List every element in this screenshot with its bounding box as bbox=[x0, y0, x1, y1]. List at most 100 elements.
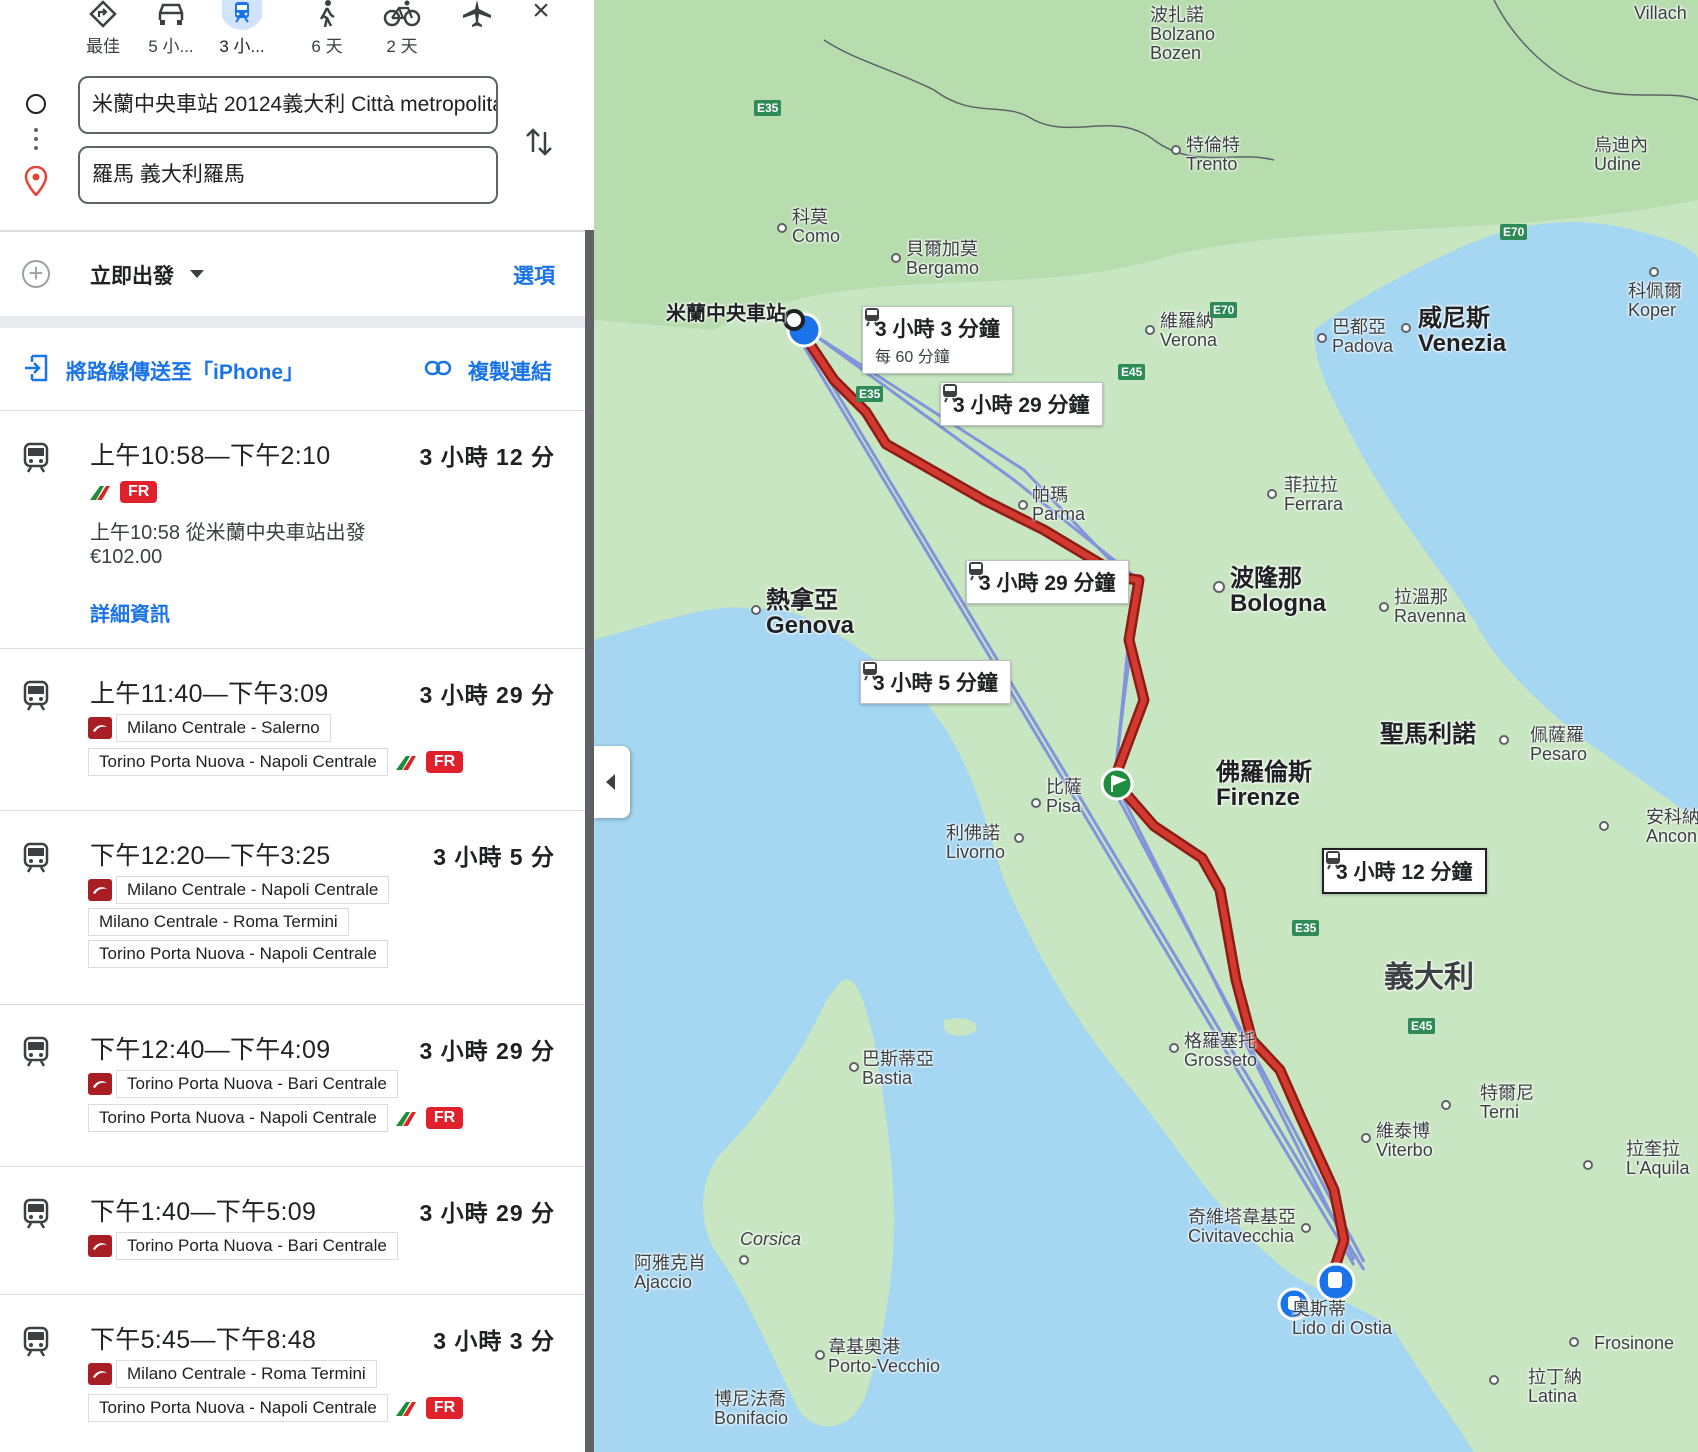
mode-bike-label: 2 天 bbox=[386, 37, 418, 56]
fr-badge: FR bbox=[120, 481, 158, 503]
swap-icon[interactable] bbox=[524, 122, 554, 162]
map-label-verona: 維羅納 Verona bbox=[1160, 311, 1218, 350]
trip-time: 上午11:40—下午3:09 bbox=[90, 680, 329, 708]
add-stop-icon[interactable]: + bbox=[22, 260, 50, 288]
map-label-trento: 特倫特 Trento bbox=[1186, 135, 1240, 174]
mode-flight[interactable] bbox=[437, 0, 517, 30]
send-to-phone-icon bbox=[25, 354, 48, 382]
map-label-bolzano: 波扎諾 Bolzano Bozen bbox=[1150, 5, 1216, 63]
destination-pin-icon bbox=[24, 166, 48, 196]
trip-duration: 3 小時 3 分 bbox=[433, 1328, 555, 1354]
trip-option[interactable]: 下午5:45—下午8:48 3 小時 3 分 Milano Centrale -… bbox=[0, 1320, 585, 1452]
trip-option[interactable]: 下午12:20—下午3:25 3 小時 5 分 Milano Centrale … bbox=[0, 836, 585, 996]
map-label-bergamo: 貝爾加莫 Bergamo bbox=[906, 239, 980, 278]
road-shield: E35 bbox=[1292, 920, 1320, 936]
trip-duration: 3 小時 29 分 bbox=[419, 1038, 555, 1064]
map-label-sanmarino: 聖馬利諾 bbox=[1380, 721, 1476, 748]
road-shield: E35 bbox=[754, 100, 782, 116]
map-label-latina: 拉丁納 Latina bbox=[1528, 1367, 1582, 1406]
destination-input[interactable]: 羅馬 義大利羅馬 bbox=[78, 146, 498, 204]
line-chip: Torino Porta Nuova - Napoli Centrale bbox=[88, 1394, 388, 1422]
trip-line: Torino Porta Nuova - Bari Centrale bbox=[88, 1070, 404, 1098]
map-label-venezia: 威尼斯 Venezia bbox=[1418, 305, 1507, 358]
map-label-bastia: 巴斯蒂亞 Bastia bbox=[862, 1049, 934, 1088]
depart-row: + 立即出發 選項 bbox=[0, 256, 585, 296]
map-label-koper: 科佩爾 Koper bbox=[1628, 281, 1682, 320]
train-icon bbox=[23, 1326, 49, 1357]
link-icon bbox=[424, 360, 452, 376]
line-chip: Torino Porta Nuova - Bari Centrale bbox=[116, 1232, 398, 1260]
trip-line: Torino Porta Nuova - Napoli Centrale bbox=[88, 940, 394, 968]
map-label-laquila: 拉奎拉 L'Aquila bbox=[1626, 1139, 1690, 1178]
road-shield: E45 bbox=[1408, 1018, 1436, 1034]
map-canvas[interactable]: 波扎諾 Bolzano Bozen Villach 特倫特 Trento 烏迪內 Udi… bbox=[594, 0, 1698, 1452]
trenitalia-logo-icon bbox=[395, 1402, 416, 1416]
map-label-udine: 烏迪內 Udine bbox=[1594, 135, 1648, 174]
map-label-genova: 熱拿亞 Genova bbox=[766, 587, 855, 640]
train-icon bbox=[23, 1198, 49, 1229]
route-bubble[interactable]: 3 小時 29 分鐘 bbox=[966, 560, 1129, 604]
train-icon bbox=[865, 308, 879, 327]
origin-circle-icon bbox=[26, 94, 46, 114]
trip-option[interactable]: 下午1:40—下午5:09 3 小時 29 分 Torino Porta Nuo… bbox=[0, 1192, 585, 1292]
route-bubble-selected[interactable]: 3 小時 12 分鐘 bbox=[1322, 848, 1487, 894]
map-label-bologna: 波隆那 Bologna bbox=[1230, 565, 1326, 618]
chevron-left-icon bbox=[606, 774, 615, 790]
panel-scrollbar[interactable] bbox=[585, 230, 594, 1452]
route-bubble[interactable]: 3 小時 29 分鐘 bbox=[940, 382, 1103, 426]
plane-icon bbox=[463, 0, 491, 27]
collapse-panel-button[interactable] bbox=[594, 746, 630, 818]
map-label-como: 科莫 Como bbox=[792, 207, 841, 246]
row-divider bbox=[0, 810, 585, 811]
mode-transit[interactable]: 3 小... bbox=[202, 0, 282, 57]
mode-drive[interactable]: 5 小... bbox=[131, 0, 211, 57]
line-chip: Milano Centrale - Roma Termini bbox=[88, 908, 349, 936]
options-link[interactable]: 選項 bbox=[513, 260, 555, 290]
copy-link-button[interactable]: 複製連結 bbox=[468, 356, 552, 386]
route-bubble[interactable]: 3 小時 3 分鐘 每 60 分鐘 bbox=[862, 306, 1013, 374]
trip-option[interactable]: 下午12:40—下午4:09 3 小時 29 分 Torino Porta Nu… bbox=[0, 1030, 585, 1160]
map-label-ostia: 奧斯蒂 Lido di Ostia bbox=[1292, 1299, 1393, 1338]
origin-input[interactable]: 米蘭中央車站 20124義大利 Città metropolitana di M… bbox=[78, 76, 498, 134]
trip-time: 上午10:58—下午2:10 bbox=[90, 442, 331, 470]
trip-time: 下午12:40—下午4:09 bbox=[90, 1036, 331, 1064]
bubble-frequency: 每 60 分鐘 bbox=[875, 349, 950, 366]
mode-transit-label: 3 小... bbox=[219, 37, 265, 56]
mode-walk[interactable]: 6 天 bbox=[287, 0, 367, 57]
trenitalia-logo-icon bbox=[395, 756, 416, 770]
send-to-iphone-link[interactable]: 將路線傳送至「iPhone」 bbox=[66, 356, 304, 386]
bike-icon bbox=[383, 0, 421, 27]
train-icon bbox=[23, 842, 49, 873]
line-chip: Milano Centrale - Salerno bbox=[116, 714, 331, 742]
depart-now-dropdown[interactable]: 立即出發 bbox=[90, 260, 174, 290]
trip-line: Milano Centrale - Salerno bbox=[88, 714, 337, 742]
trip-option[interactable]: 上午10:58—下午2:10 3 小時 12 分 FR 上午10:58 從米蘭中… bbox=[0, 436, 585, 642]
italo-logo-icon bbox=[88, 717, 112, 739]
italo-logo-icon bbox=[88, 879, 112, 901]
close-directions-button[interactable]: × bbox=[526, 0, 556, 30]
mode-bike[interactable]: 2 天 bbox=[362, 0, 442, 57]
row-divider bbox=[0, 1294, 585, 1295]
car-icon bbox=[158, 3, 184, 25]
line-chip: Torino Porta Nuova - Bari Centrale bbox=[116, 1070, 398, 1098]
bubble-duration: 3 小時 29 分鐘 bbox=[953, 394, 1090, 417]
map-label-grosseto: 格羅塞托 Grosseto bbox=[1184, 1031, 1258, 1070]
route-dots-icon bbox=[34, 128, 38, 154]
line-chip: Torino Porta Nuova - Napoli Centrale bbox=[88, 748, 388, 776]
trip-option[interactable]: 上午11:40—下午3:09 3 小時 29 分 Milano Centrale… bbox=[0, 674, 585, 804]
trip-line: Torino Porta Nuova - Napoli Centrale FR bbox=[88, 1104, 464, 1132]
map-label-ajaccio: 阿雅克肖 Ajaccio bbox=[634, 1253, 706, 1292]
section-divider bbox=[0, 316, 585, 328]
trip-time: 下午1:40—下午5:09 bbox=[90, 1198, 317, 1226]
mode-drive-label: 5 小... bbox=[148, 37, 194, 56]
map-label-padova: 巴都亞 Padova bbox=[1332, 317, 1394, 356]
route-bubble[interactable]: 3 小時 5 分鐘 bbox=[860, 660, 1011, 704]
map-label-terni: 特爾尼 Terni bbox=[1480, 1083, 1534, 1122]
caret-down-icon[interactable] bbox=[190, 270, 204, 278]
row-divider bbox=[0, 648, 585, 649]
trip-duration: 3 小時 29 分 bbox=[419, 682, 555, 708]
details-link[interactable]: 詳細資訊 bbox=[90, 598, 170, 627]
trip-line: Milano Centrale - Napoli Centrale bbox=[88, 876, 395, 904]
map-label-villach: Villach bbox=[1634, 3, 1687, 23]
walk-icon bbox=[319, 0, 335, 28]
